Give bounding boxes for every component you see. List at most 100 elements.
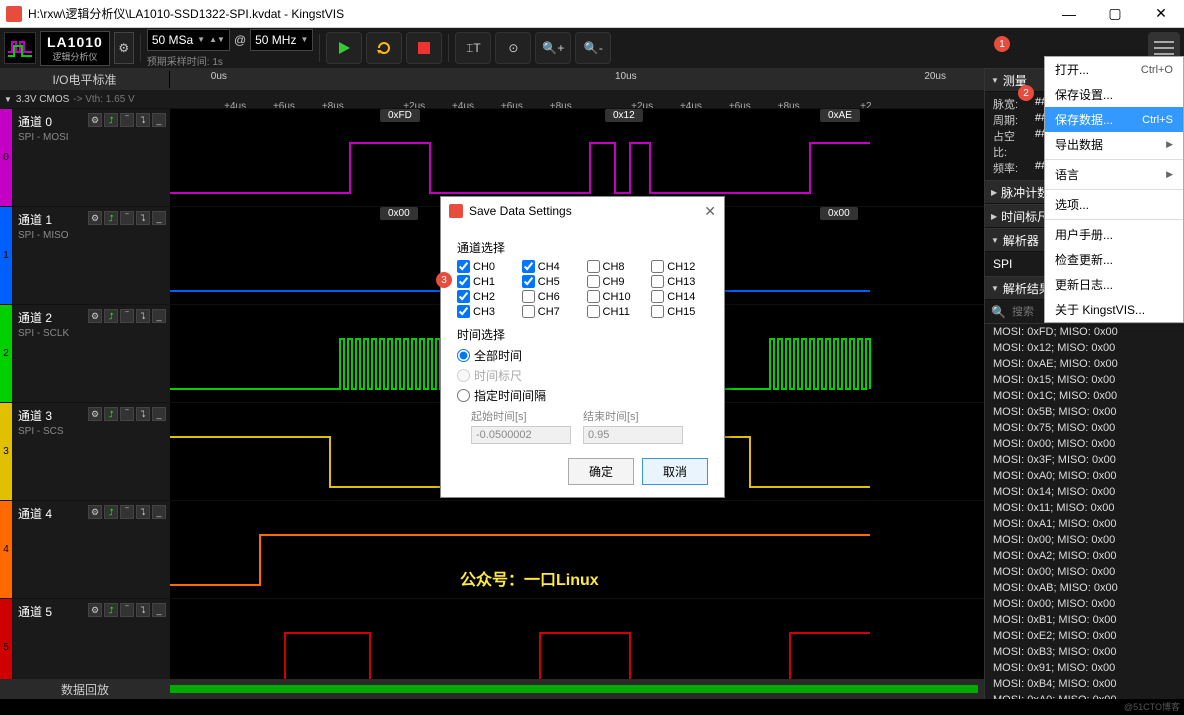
menu-item[interactable]: 检查更新... bbox=[1045, 247, 1183, 272]
clock-select[interactable]: 50 MHz▼ bbox=[250, 29, 313, 51]
result-row[interactable]: MOSI: 0xAE; MISO: 0x00 bbox=[985, 356, 1184, 372]
trigger-level-icon[interactable]: ‾ bbox=[120, 505, 134, 519]
result-row[interactable]: MOSI: 0xAB; MISO: 0x00 bbox=[985, 580, 1184, 596]
result-row[interactable]: MOSI: 0xA0; MISO: 0x00 bbox=[985, 468, 1184, 484]
trigger-fall-icon[interactable]: ⮧ bbox=[136, 603, 150, 617]
menu-item[interactable]: 打开...Ctrl+O bbox=[1045, 57, 1183, 82]
channel-checkbox[interactable]: CH14 bbox=[651, 290, 708, 303]
trigger-low-icon[interactable]: _ bbox=[152, 113, 166, 127]
result-row[interactable]: MOSI: 0xA0; MISO: 0x00 bbox=[985, 692, 1184, 699]
minimize-button[interactable]: — bbox=[1046, 0, 1092, 28]
menu-item[interactable]: 用户手册... bbox=[1045, 222, 1183, 247]
trigger-fall-icon[interactable]: ⮧ bbox=[136, 113, 150, 127]
ok-button[interactable]: 确定 bbox=[568, 458, 634, 485]
channel-checkbox[interactable]: CH11 bbox=[587, 305, 644, 318]
trigger-rise-icon[interactable]: ⮥ bbox=[104, 211, 118, 225]
result-row[interactable]: MOSI: 0x00; MISO: 0x00 bbox=[985, 596, 1184, 612]
radio-all-time[interactable]: 全部时间 bbox=[457, 347, 708, 364]
trigger-fall-icon[interactable]: ⮧ bbox=[136, 309, 150, 323]
gear-icon[interactable]: ⚙ bbox=[88, 407, 102, 421]
gear-icon[interactable]: ⚙ bbox=[88, 211, 102, 225]
start-time-input[interactable] bbox=[471, 426, 571, 444]
channel-checkbox[interactable]: CH10 bbox=[587, 290, 644, 303]
maximize-button[interactable]: ▢ bbox=[1092, 0, 1138, 28]
trigger-level-icon[interactable]: ‾ bbox=[120, 211, 134, 225]
play-button[interactable] bbox=[326, 32, 362, 64]
channel-checkbox[interactable]: CH15 bbox=[651, 305, 708, 318]
result-row[interactable]: MOSI: 0xB4; MISO: 0x00 bbox=[985, 676, 1184, 692]
gear-icon[interactable]: ⚙ bbox=[88, 309, 102, 323]
gear-icon[interactable]: ⚙ bbox=[88, 113, 102, 127]
zoom-in-button[interactable]: 🔍+ bbox=[535, 32, 571, 64]
data-tag[interactable]: 0x00 bbox=[380, 207, 418, 220]
result-row[interactable]: MOSI: 0xA1; MISO: 0x00 bbox=[985, 516, 1184, 532]
gear-icon[interactable]: ⚙ bbox=[88, 603, 102, 617]
loop-button[interactable] bbox=[366, 32, 402, 64]
menu-item[interactable]: 更新日志... bbox=[1045, 272, 1183, 297]
channel-checkbox[interactable]: CH0 bbox=[457, 260, 514, 273]
channel-waveform[interactable]: 0xFD 0x12 0xAE bbox=[170, 109, 984, 206]
text-cursor-button[interactable]: ⌶T bbox=[455, 32, 491, 64]
device-settings-button[interactable]: ⚙ bbox=[114, 32, 134, 64]
waveform-icon[interactable] bbox=[4, 32, 36, 64]
result-row[interactable]: MOSI: 0xE2; MISO: 0x00 bbox=[985, 628, 1184, 644]
data-tag[interactable]: 0xAE bbox=[820, 109, 860, 122]
result-row[interactable]: MOSI: 0x00; MISO: 0x00 bbox=[985, 436, 1184, 452]
trigger-level-icon[interactable]: ‾ bbox=[120, 603, 134, 617]
channel-checkbox[interactable]: CH3 bbox=[457, 305, 514, 318]
trigger-low-icon[interactable]: _ bbox=[152, 603, 166, 617]
channel-checkbox[interactable]: CH9 bbox=[587, 275, 644, 288]
menu-item[interactable]: 选项... bbox=[1045, 192, 1183, 217]
zoom-out-button[interactable]: 🔍- bbox=[575, 32, 611, 64]
results-list[interactable]: MOSI: 0xFD; MISO: 0x00MOSI: 0x12; MISO: … bbox=[985, 324, 1184, 699]
menu-item[interactable]: 语言▶ bbox=[1045, 162, 1183, 187]
end-time-input[interactable] bbox=[583, 426, 683, 444]
trigger-fall-icon[interactable]: ⮧ bbox=[136, 505, 150, 519]
time-ruler[interactable]: 0us 10us 20us bbox=[170, 68, 984, 90]
trigger-low-icon[interactable]: _ bbox=[152, 211, 166, 225]
channel-checkbox[interactable]: CH6 bbox=[522, 290, 579, 303]
result-row[interactable]: MOSI: 0x00; MISO: 0x00 bbox=[985, 564, 1184, 580]
radio-range[interactable]: 指定时间间隔 bbox=[457, 387, 708, 404]
trigger-level-icon[interactable]: ‾ bbox=[120, 113, 134, 127]
channel-waveform[interactable] bbox=[170, 599, 984, 679]
result-row[interactable]: MOSI: 0xB1; MISO: 0x00 bbox=[985, 612, 1184, 628]
zoom-fit-button[interactable]: ⊙ bbox=[495, 32, 531, 64]
result-row[interactable]: MOSI: 0x00; MISO: 0x00 bbox=[985, 532, 1184, 548]
channel-checkbox[interactable]: CH1 bbox=[457, 275, 514, 288]
close-button[interactable]: ✕ bbox=[1138, 0, 1184, 28]
result-row[interactable]: MOSI: 0x12; MISO: 0x00 bbox=[985, 340, 1184, 356]
trigger-rise-icon[interactable]: ⮥ bbox=[104, 407, 118, 421]
result-row[interactable]: MOSI: 0x5B; MISO: 0x00 bbox=[985, 404, 1184, 420]
trigger-low-icon[interactable]: _ bbox=[152, 505, 166, 519]
channel-checkbox[interactable]: CH13 bbox=[651, 275, 708, 288]
result-row[interactable]: MOSI: 0x1C; MISO: 0x00 bbox=[985, 388, 1184, 404]
menu-item[interactable]: 保存设置... bbox=[1045, 82, 1183, 107]
trigger-fall-icon[interactable]: ⮧ bbox=[136, 211, 150, 225]
playback-track[interactable] bbox=[170, 685, 978, 693]
data-tag[interactable]: 0x12 bbox=[605, 109, 643, 122]
dialog-close-button[interactable]: ✕ bbox=[704, 203, 716, 220]
menu-item[interactable]: 导出数据▶ bbox=[1045, 132, 1183, 157]
channel-checkbox[interactable]: CH7 bbox=[522, 305, 579, 318]
gear-icon[interactable]: ⚙ bbox=[88, 505, 102, 519]
trigger-level-icon[interactable]: ‾ bbox=[120, 407, 134, 421]
io-level-select[interactable]: ▼ 3.3V CMOS -> Vth: 1.65 V bbox=[0, 94, 170, 105]
trigger-rise-icon[interactable]: ⮥ bbox=[104, 505, 118, 519]
channel-checkbox[interactable]: CH2 bbox=[457, 290, 514, 303]
trigger-rise-icon[interactable]: ⮥ bbox=[104, 309, 118, 323]
stop-button[interactable] bbox=[406, 32, 442, 64]
result-row[interactable]: MOSI: 0x11; MISO: 0x00 bbox=[985, 500, 1184, 516]
sample-rate-select[interactable]: 50 MSa▼▲▼ bbox=[147, 29, 230, 51]
result-row[interactable]: MOSI: 0x14; MISO: 0x00 bbox=[985, 484, 1184, 500]
trigger-fall-icon[interactable]: ⮧ bbox=[136, 407, 150, 421]
result-row[interactable]: MOSI: 0x3F; MISO: 0x00 bbox=[985, 452, 1184, 468]
menu-item[interactable]: 关于 KingstVIS... bbox=[1045, 297, 1183, 322]
channel-checkbox[interactable]: CH5 bbox=[522, 275, 579, 288]
trigger-low-icon[interactable]: _ bbox=[152, 309, 166, 323]
trigger-rise-icon[interactable]: ⮥ bbox=[104, 113, 118, 127]
data-tag[interactable]: 0xFD bbox=[380, 109, 420, 122]
trigger-level-icon[interactable]: ‾ bbox=[120, 309, 134, 323]
channel-checkbox[interactable]: CH12 bbox=[651, 260, 708, 273]
trigger-low-icon[interactable]: _ bbox=[152, 407, 166, 421]
